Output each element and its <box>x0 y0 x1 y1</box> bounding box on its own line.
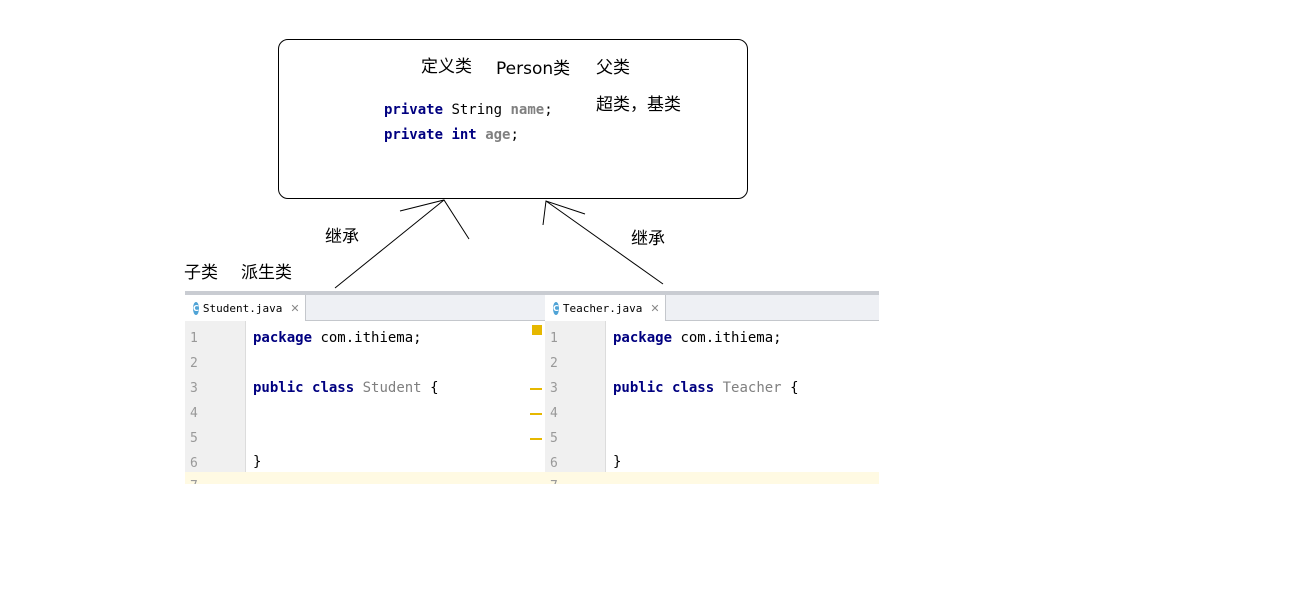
tab-label: Teacher.java <box>562 301 643 315</box>
line-number: 3 <box>190 381 198 396</box>
class-name: Student <box>362 380 422 396</box>
line-number: 6 <box>550 456 558 471</box>
right-arrow-head <box>542 200 586 226</box>
line-number: 7 <box>550 479 558 484</box>
tab-teacher-java[interactable]: C Teacher.java ✕ <box>545 295 666 321</box>
line-number: 5 <box>550 431 558 446</box>
current-line-highlight <box>545 472 879 484</box>
subclass-label: 子类 <box>184 263 218 283</box>
line-number: 7 <box>190 479 198 484</box>
package-name: com.ithiema; <box>320 330 422 346</box>
tab-student-java[interactable]: C Student.java ✕ <box>185 295 306 321</box>
open-brace: { <box>430 380 439 396</box>
change-marker[interactable] <box>530 388 542 390</box>
student-editor: C Student.java ✕ 1 2 3 4 5 6 7 package c… <box>185 291 545 484</box>
code-line-class-decl[interactable]: public class Student { <box>253 380 439 396</box>
current-line-highlight <box>185 472 545 484</box>
code-line-close[interactable]: } <box>253 454 261 470</box>
class-keyword: class <box>312 380 355 396</box>
code-line-package[interactable]: package com.ithiema; <box>613 330 782 346</box>
line-number: 1 <box>190 331 198 346</box>
code-line-class-decl[interactable]: public class Teacher { <box>613 380 799 396</box>
line-number: 6 <box>190 456 198 471</box>
public-keyword: public <box>253 380 304 396</box>
code-line-close[interactable]: } <box>613 454 621 470</box>
line-number: 5 <box>190 431 198 446</box>
public-keyword: public <box>613 380 664 396</box>
inherit-label-right: 继承 <box>631 229 665 249</box>
class-file-icon: C <box>193 301 199 315</box>
close-icon[interactable]: ✕ <box>650 302 659 315</box>
derived-class-label: 派生类 <box>241 263 292 283</box>
inherit-label-left: 继承 <box>325 227 359 247</box>
teacher-editor: C Teacher.java ✕ 1 2 3 4 5 6 7 package c… <box>545 291 879 484</box>
change-marker[interactable] <box>530 413 542 415</box>
code-line-package[interactable]: package com.ithiema; <box>253 330 422 346</box>
line-number: 2 <box>190 356 198 371</box>
close-icon[interactable]: ✕ <box>290 302 299 315</box>
line-number: 4 <box>190 406 198 421</box>
class-file-icon: C <box>553 301 559 315</box>
editor-tab-bar: C Teacher.java ✕ <box>545 291 879 321</box>
change-marker[interactable] <box>530 438 542 440</box>
line-number: 3 <box>550 381 558 396</box>
line-number: 1 <box>550 331 558 346</box>
warning-marker[interactable] <box>532 325 542 335</box>
package-keyword: package <box>253 330 313 346</box>
line-number: 4 <box>550 406 558 421</box>
editor-tab-bar: C Student.java ✕ <box>185 291 545 321</box>
close-brace: } <box>253 454 262 470</box>
open-brace: { <box>790 380 799 396</box>
package-name: com.ithiema; <box>680 330 782 346</box>
class-name: Teacher <box>722 380 782 396</box>
package-keyword: package <box>613 330 673 346</box>
left-arrow-head <box>399 199 470 240</box>
line-number: 2 <box>550 356 558 371</box>
close-brace: } <box>613 454 622 470</box>
tab-label: Student.java <box>202 301 283 315</box>
class-keyword: class <box>672 380 715 396</box>
